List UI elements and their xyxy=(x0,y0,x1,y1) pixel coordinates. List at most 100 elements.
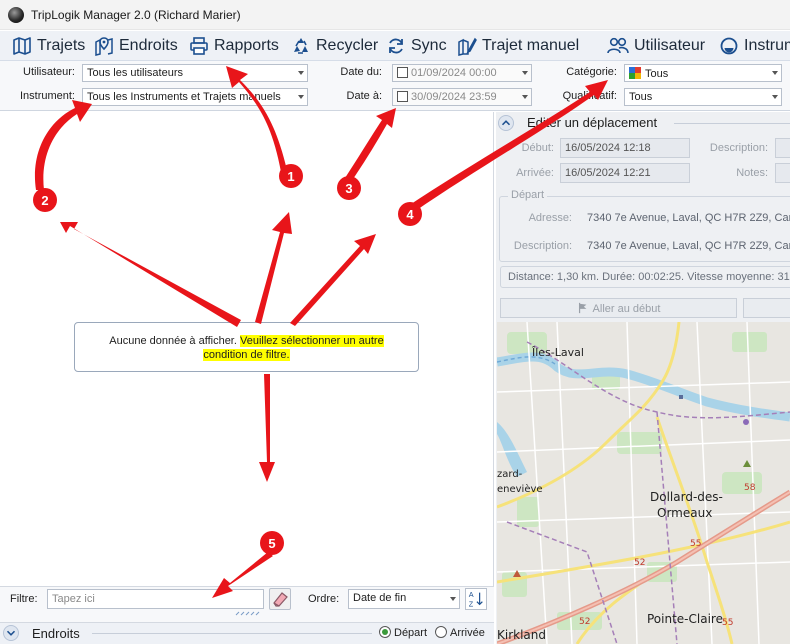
toolbar-rapports-button[interactable]: Rapports xyxy=(189,35,279,57)
instrument-select[interactable]: Tous les Instruments et Trajets manuels xyxy=(82,88,308,106)
radio-depart[interactable]: Départ xyxy=(379,626,427,639)
map-pin-icon xyxy=(95,37,113,56)
printer-icon xyxy=(190,37,208,55)
order-label: Ordre: xyxy=(308,593,340,605)
map-label-ormeaux: Ormeaux xyxy=(657,506,713,520)
depart-groupbox xyxy=(499,196,790,262)
splitter-grip-icon[interactable] xyxy=(234,611,260,617)
chevron-down-icon xyxy=(298,95,304,99)
toolbar-endroits-label: Endroits xyxy=(119,37,178,54)
toolbar-recycler-button[interactable]: Recycler xyxy=(291,35,378,57)
edit-trip-title: Editer un déplacement xyxy=(527,115,658,130)
radio-depart-label: Départ xyxy=(394,627,428,639)
map-label-kirkland: Kirkland xyxy=(497,628,546,642)
goto-start-button[interactable]: Aller au début xyxy=(500,298,737,318)
clear-filter-button[interactable] xyxy=(269,588,291,610)
toolbar-trajets-label: Trajets xyxy=(37,37,86,54)
toolbar-trajets-button[interactable]: Trajets xyxy=(12,35,85,57)
notes-label: Notes: xyxy=(736,167,768,179)
chevron-down-icon xyxy=(522,71,528,75)
chevron-down-icon xyxy=(450,597,456,601)
description-label: Description: xyxy=(709,142,768,154)
chevron-down-icon xyxy=(772,71,778,75)
endroits-section-header: Endroits Départ Arrivée xyxy=(0,622,494,644)
depart-group-title: Départ xyxy=(508,189,548,201)
map-canvas: 58 55 52 52 55 xyxy=(497,322,790,644)
adresse-value: 7340 7e Avenue, Laval, QC H7R 2Z9, Can xyxy=(587,212,790,224)
depart-description-value: 7340 7e Avenue, Laval, QC H7R 2Z9, Can xyxy=(587,240,790,252)
list-filter-bar: Filtre: Tapez ici Ordre: Date de fin AZ xyxy=(0,586,494,622)
route-number: 55 xyxy=(690,539,701,549)
filter-input[interactable]: Tapez ici xyxy=(47,589,264,609)
qualifier-select[interactable]: Tous xyxy=(624,88,782,106)
collapse-edit-button[interactable] xyxy=(498,115,514,131)
order-select[interactable]: Date de fin xyxy=(348,589,460,609)
chevron-down-icon xyxy=(522,95,528,99)
notes-field[interactable] xyxy=(775,163,790,183)
route-number: 58 xyxy=(744,483,756,493)
toolbar-instrument-label: Instrum xyxy=(744,37,790,54)
sort-direction-button[interactable]: AZ xyxy=(465,588,487,610)
user-select[interactable]: Tous les utilisateurs xyxy=(82,64,308,82)
radio-arrivee-label: Arrivée xyxy=(450,627,485,639)
chevron-down-icon xyxy=(298,71,304,75)
qualifier-label: Qualificatif: xyxy=(562,90,617,102)
collapse-endroits-button[interactable] xyxy=(3,625,19,641)
arrivee-field[interactable]: 16/05/2024 12:21 xyxy=(560,163,690,183)
no-data-highlight-1: Veuillez sélectionner un autre xyxy=(239,335,384,347)
goto-end-button[interactable] xyxy=(743,298,790,318)
date-to-checkbox[interactable] xyxy=(397,91,408,102)
toolbar-utilisateur-button[interactable]: Utilisateur xyxy=(607,35,705,57)
flag-icon xyxy=(578,302,586,314)
chevron-up-icon xyxy=(501,120,511,126)
section-divider xyxy=(674,123,790,124)
sort-az-icon: AZ xyxy=(469,590,483,608)
app-logo-icon xyxy=(8,7,24,23)
debut-field[interactable]: 16/05/2024 12:18 xyxy=(560,138,690,158)
trip-summary-box: Distance: 1,30 km. Durée: 00:02:25. Vite… xyxy=(500,266,790,288)
category-select[interactable]: Tous xyxy=(624,64,782,82)
toolbar-utilisateur-label: Utilisateur xyxy=(634,37,706,54)
map-label-iles-laval: Îles-Laval xyxy=(532,346,584,359)
depart-description-label: Description: xyxy=(513,240,572,252)
map-view[interactable]: 58 55 52 52 55 Îles-Laval Dollard-des- O… xyxy=(497,322,790,644)
category-grid-icon xyxy=(629,67,641,79)
toolbar-instrument-button[interactable]: Instrum xyxy=(719,35,790,57)
map-label-geneviere: eneviève xyxy=(497,484,543,495)
radio-depart-dot xyxy=(379,626,391,638)
route-number: 52 xyxy=(634,558,645,568)
toolbar-endroits-button[interactable]: Endroits xyxy=(94,35,178,57)
recycle-icon xyxy=(294,38,308,54)
no-data-message: Aucune donnée à afficher. Veuillez sélec… xyxy=(74,322,419,372)
toolbar-trajet-manuel-label: Trajet manuel xyxy=(482,37,580,54)
toolbar-trajet-manuel-button[interactable]: Trajet manuel xyxy=(457,35,579,57)
users-icon xyxy=(607,37,629,54)
order-select-value: Date de fin xyxy=(353,592,407,604)
toolbar-rapports-label: Rapports xyxy=(214,37,279,54)
user-filter-label: Utilisateur: xyxy=(23,66,75,78)
chevron-down-icon xyxy=(772,95,778,99)
date-from-checkbox[interactable] xyxy=(397,67,408,78)
instrument-select-value: Tous les Instruments et Trajets manuels xyxy=(87,91,281,103)
toolbar-sync-button[interactable]: Sync xyxy=(386,35,447,57)
filter-label: Filtre: xyxy=(10,593,38,605)
qualifier-select-value: Tous xyxy=(629,91,653,103)
date-to-picker[interactable]: 30/09/2024 23:59 xyxy=(392,88,532,106)
category-label: Catégorie: xyxy=(566,66,617,78)
map-label-zard: zard- xyxy=(497,469,523,480)
map-label-dollard: Dollard-des- xyxy=(650,490,723,504)
description-field[interactable] xyxy=(775,138,790,158)
window-title: TripLogik Manager 2.0 (Richard Marier) xyxy=(31,8,241,22)
filter-bar: Utilisateur: Tous les utilisateurs Instr… xyxy=(0,61,790,111)
no-data-prefix: Aucune donnée à afficher. xyxy=(109,335,240,347)
date-from-label: Date du: xyxy=(340,66,382,78)
date-to-value: 30/09/2024 23:59 xyxy=(411,91,497,103)
debut-label: Début: xyxy=(521,142,554,154)
radio-arrivee[interactable]: Arrivée xyxy=(435,626,485,639)
manual-trip-icon xyxy=(458,37,477,56)
date-from-picker[interactable]: 01/09/2024 00:00 xyxy=(392,64,532,82)
main-toolbar: Trajets Endroits Rapports Recycler Sync … xyxy=(0,31,790,61)
adresse-label: Adresse: xyxy=(528,212,572,224)
endroits-title: Endroits xyxy=(32,626,80,641)
section-divider xyxy=(92,633,372,634)
